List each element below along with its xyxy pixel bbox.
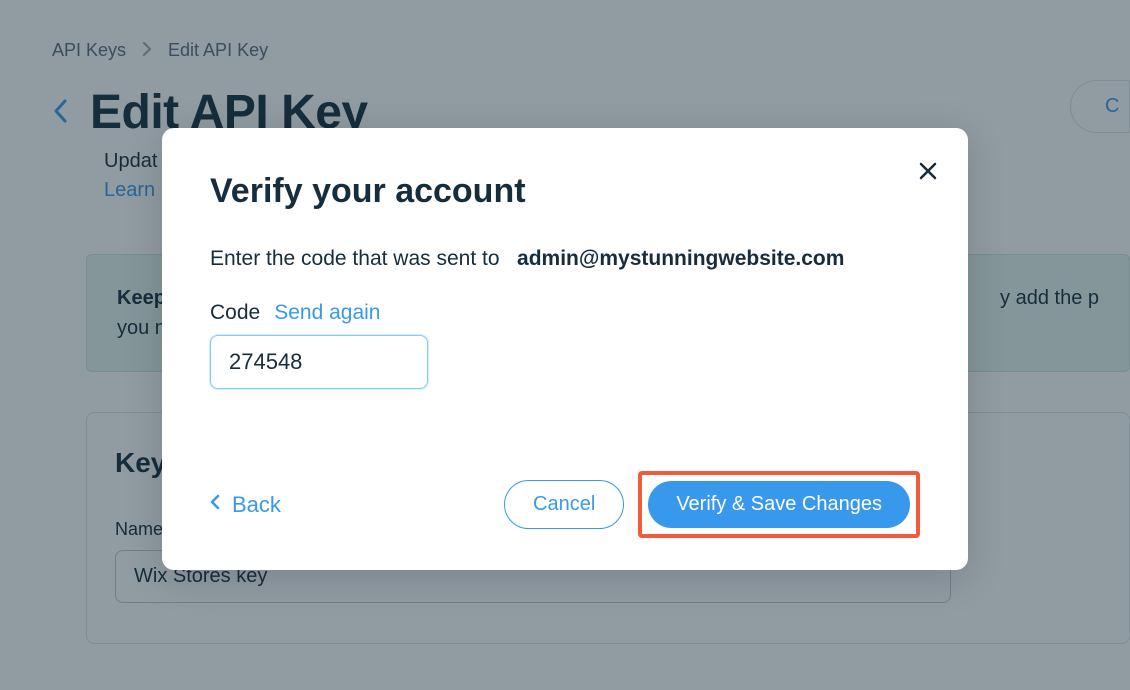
modal-title: Verify your account [210, 172, 920, 211]
send-again-link[interactable]: Send again [274, 301, 380, 325]
modal-subtitle: Enter the code that was sent to admin@my… [210, 247, 920, 271]
verify-save-button[interactable]: Verify & Save Changes [648, 481, 910, 528]
back-link-label: Back [232, 492, 281, 518]
footer-buttons: Cancel Verify & Save Changes [504, 471, 920, 538]
close-icon[interactable] [918, 158, 938, 186]
modal-overlay: Verify your account Enter the code that … [0, 0, 1130, 690]
code-label-row: Code Send again [210, 301, 920, 325]
back-link[interactable]: Back [210, 492, 281, 518]
verification-email: admin@mystunningwebsite.com [517, 247, 844, 270]
verify-account-modal: Verify your account Enter the code that … [162, 128, 968, 570]
code-label: Code [210, 301, 260, 325]
modal-footer: Back Cancel Verify & Save Changes [210, 471, 920, 538]
cancel-button[interactable]: Cancel [504, 480, 624, 529]
subtitle-prefix: Enter the code that was sent to [210, 247, 500, 270]
code-input[interactable] [210, 335, 428, 389]
verify-button-highlight: Verify & Save Changes [638, 471, 920, 538]
chevron-left-icon [210, 494, 220, 515]
